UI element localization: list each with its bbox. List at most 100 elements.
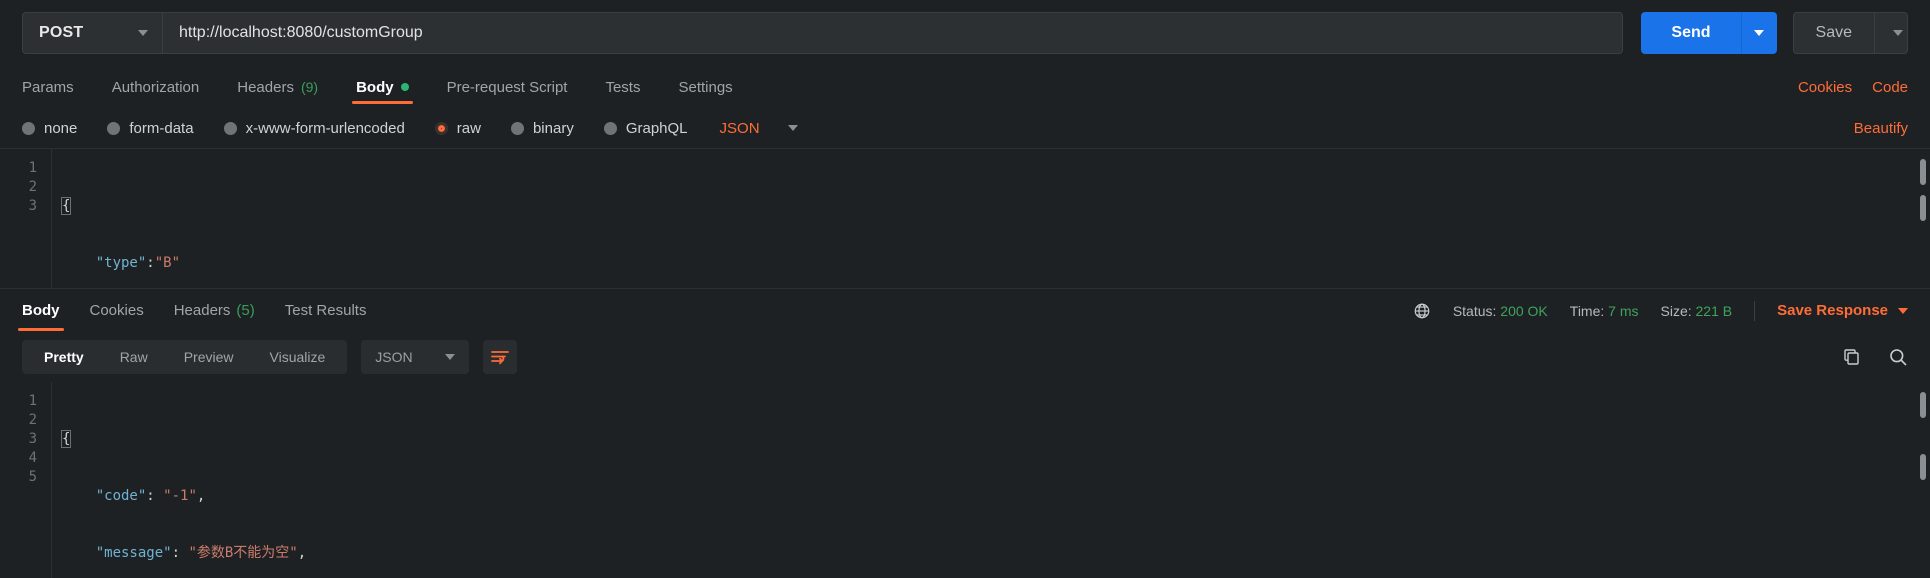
body-present-dot-icon [400, 83, 409, 91]
request-editor-line-numbers: 1 2 3 [0, 149, 52, 288]
radio-icon [510, 121, 524, 135]
view-mode-preview[interactable]: Preview [166, 340, 252, 374]
response-tab-cookies[interactable]: Cookies [90, 302, 144, 319]
body-type-none[interactable]: none [22, 120, 77, 137]
body-type-label: none [44, 119, 78, 137]
save-response-button[interactable]: Save Response [1777, 302, 1908, 319]
postman-window: POST Send Save Params Authorization Head… [0, 0, 1930, 578]
tab-label: Tests [605, 78, 641, 96]
view-mode-visualize[interactable]: Visualize [252, 340, 344, 374]
cookies-link[interactable]: Cookies [1798, 79, 1852, 96]
tab-count: (5) [236, 302, 255, 319]
tab-label: Headers [173, 302, 231, 319]
chevron-down-icon [138, 30, 148, 36]
request-editor-scrollbar-secondary[interactable] [1920, 195, 1926, 221]
request-body-editor[interactable]: 1 2 3 { "type":"B" } [0, 148, 1930, 288]
save-button[interactable]: Save [1792, 12, 1874, 54]
search-icon[interactable] [1888, 347, 1908, 367]
tab-pre-request-script[interactable]: Pre-request Script [447, 66, 568, 108]
tab-headers[interactable]: Headers (9) [237, 66, 318, 108]
tab-body[interactable]: Body [352, 66, 413, 108]
tab-settings[interactable]: Settings [678, 66, 732, 108]
time-field: Time: 7 ms [1570, 303, 1639, 319]
radio-icon [223, 121, 237, 135]
line-number: 3 [28, 431, 37, 447]
view-mode-raw[interactable]: Raw [102, 340, 166, 374]
code-line: "message": "参数B不能为空", [95, 545, 307, 561]
status-field: Status: 200 OK [1453, 303, 1548, 319]
body-type-label: GraphQL [625, 119, 688, 137]
response-format-select[interactable]: JSON [361, 340, 469, 374]
body-format-select[interactable]: JSON [720, 120, 798, 137]
chevron-down-icon [1754, 30, 1765, 36]
tab-label: Cookies [89, 302, 144, 319]
body-type-label: binary [532, 119, 574, 137]
body-format-label: JSON [719, 119, 760, 137]
tab-label: Pre-request Script [446, 78, 568, 96]
globe-icon[interactable] [1413, 302, 1431, 320]
beautify-button[interactable]: Beautify [1854, 120, 1908, 137]
code-line: "type":"B" [95, 255, 181, 271]
response-tab-test-results[interactable]: Test Results [285, 302, 367, 319]
body-type-form-data[interactable]: form-data [107, 119, 194, 137]
word-wrap-toggle[interactable] [482, 340, 517, 374]
request-tab-bar-actions: Cookies Code [1798, 66, 1908, 108]
chevron-down-icon [1898, 307, 1908, 314]
response-body-editor[interactable]: 1 2 3 4 5 { "code": "-1", "message": "参数… [0, 382, 1930, 578]
chevron-down-icon [444, 354, 455, 360]
time-label: Time: [1569, 302, 1605, 319]
body-type-graphql[interactable]: GraphQL [603, 119, 688, 137]
size-field: Size: 221 B [1661, 303, 1733, 319]
send-button[interactable]: Send [1641, 12, 1741, 54]
code-link[interactable]: Code [1872, 79, 1908, 96]
time-value: 7 ms [1608, 302, 1639, 319]
tab-authorization[interactable]: Authorization [112, 66, 200, 108]
radio-icon [603, 121, 617, 135]
request-url-input[interactable] [162, 12, 1624, 54]
request-body-code[interactable]: { "type":"B" } [52, 149, 1930, 288]
body-type-label: form-data [129, 119, 194, 137]
divider [1754, 300, 1756, 321]
status-label: Status: [1452, 302, 1497, 319]
response-editor-line-numbers: 1 2 3 4 5 [0, 382, 52, 578]
code-line: { [60, 197, 72, 215]
copy-icon[interactable] [1842, 347, 1862, 367]
body-type-x-www-form-urlencoded[interactable]: x-www-form-urlencoded [223, 119, 405, 137]
response-tab-headers[interactable]: Headers (5) [174, 302, 255, 319]
save-options-button[interactable] [1874, 12, 1908, 54]
code-line: "code": "-1", [95, 488, 206, 504]
size-value: 221 B [1695, 302, 1733, 319]
status-value: 200 OK [1500, 302, 1548, 319]
request-url-bar: POST Send Save [0, 0, 1930, 66]
response-tab-body[interactable]: Body [18, 302, 63, 331]
body-type-label: x-www-form-urlencoded [245, 119, 405, 137]
response-toolbar-actions [1842, 347, 1908, 367]
radio-icon [22, 121, 35, 135]
response-format-label: JSON [375, 349, 413, 365]
save-button-group: Save [1792, 12, 1908, 54]
response-body-code[interactable]: { "code": "-1", "message": "参数B不能为空", "d… [52, 382, 1930, 578]
tab-label: Authorization [111, 78, 200, 96]
line-number: 2 [28, 412, 37, 428]
body-type-label: raw [456, 119, 481, 137]
body-type-raw[interactable]: raw [434, 119, 481, 137]
code-line: { [60, 430, 72, 448]
tab-label: Body [356, 78, 394, 96]
line-number: 2 [28, 179, 37, 195]
send-options-button[interactable] [1740, 12, 1777, 54]
request-tab-bar: Params Authorization Headers (9) Body Pr… [0, 66, 1930, 108]
tab-params[interactable]: Params [22, 66, 74, 108]
tab-count: (9) [300, 79, 319, 95]
chevron-down-icon [787, 125, 798, 131]
line-number: 5 [28, 469, 37, 485]
line-number: 3 [28, 198, 37, 214]
response-editor-scrollbar[interactable] [1920, 392, 1926, 418]
http-method-select[interactable]: POST [22, 12, 162, 54]
view-mode-pretty[interactable]: Pretty [26, 340, 102, 374]
response-editor-scrollbar-secondary[interactable] [1920, 454, 1926, 480]
body-type-row-actions: Beautify [1854, 120, 1908, 137]
tab-tests[interactable]: Tests [605, 66, 640, 108]
request-editor-scrollbar[interactable] [1920, 159, 1926, 185]
tab-label: Headers [237, 78, 294, 96]
body-type-binary[interactable]: binary [510, 119, 574, 137]
